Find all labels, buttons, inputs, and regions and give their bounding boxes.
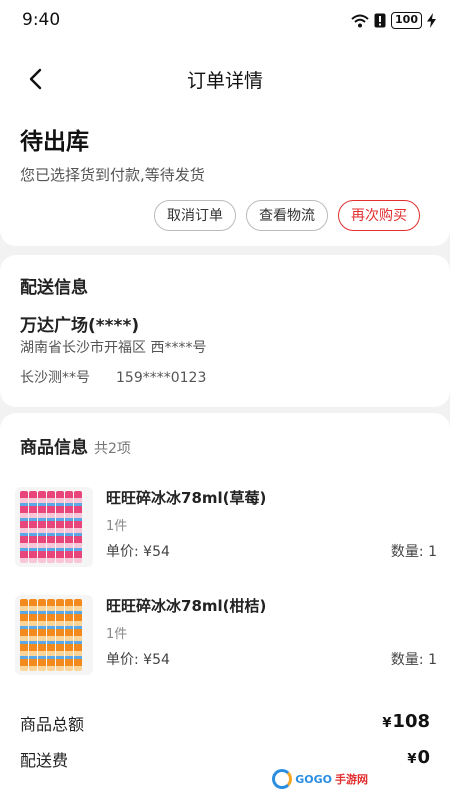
watermark: GOGO 手游网 [272,768,368,790]
delivery-name: 万达广场(****) [20,316,140,336]
product-image [15,595,93,675]
watermark-suffix: 手游网 [335,773,368,786]
goods-total-row: 商品总额 ¥108 [20,711,430,735]
product-amount: 数量: 1 [390,652,437,668]
currency-symbol: ¥ [382,716,392,731]
delivery-section-title: 配送信息 [20,278,88,298]
product-price: 单价: ¥54 [106,544,170,560]
shipping-fee-amount: 0 [417,747,430,768]
product-name: 旺旺碎冰冰78ml(柑桔) [106,597,267,615]
watermark-logo-icon [272,769,293,789]
product-qty: 1件 [106,519,128,534]
goods-item[interactable]: 旺旺碎冰冰78ml(草莓) 1件 单价: ¥54 数量: 1 [15,487,437,573]
product-price: 单价: ¥54 [106,652,170,668]
order-status-card: 待出库 您已选择货到付款,等待发货 取消订单 查看物流 再次购买 [0,110,450,246]
status-bar: 9:40 100 [0,0,450,44]
wifi-icon [351,14,369,27]
status-icons: 100 [351,12,436,29]
view-logistics-button[interactable]: 查看物流 [246,200,328,231]
goods-total-label: 商品总额 [20,715,85,734]
order-action-buttons: 取消订单 查看物流 再次购买 [154,200,420,231]
order-status-subtitle: 您已选择货到付款,等待发货 [20,166,205,184]
currency-symbol: ¥ [407,752,417,767]
goods-total-value: ¥108 [382,711,430,732]
alert-icon [374,13,386,28]
product-name: 旺旺碎冰冰78ml(草莓) [106,489,267,507]
status-time: 9:40 [22,10,61,30]
goods-info-card: 商品信息 共2项 旺旺碎冰冰78ml(草莓) 1件 单价: ¥54 数量: 1 旺… [0,413,450,800]
goods-count: 共2项 [94,441,131,457]
product-amount: 数量: 1 [390,544,437,560]
delivery-contact: 长沙测**号 159****0123 [20,367,206,387]
battery-icon: 100 [391,12,422,29]
delivery-address: 湖南省长沙市开福区 西****号 [20,340,207,356]
page-title: 订单详情 [186,70,263,92]
product-image [15,487,93,567]
contact-name: 长沙测**号 [20,370,90,386]
shipping-fee-value: ¥0 [407,747,430,768]
contact-phone: 159****0123 [116,370,207,386]
order-status-title: 待出库 [20,129,89,155]
rebuy-button[interactable]: 再次购买 [338,200,420,231]
shipping-fee-row: 配送费 ¥0 [20,747,430,771]
charging-icon [427,13,436,28]
cancel-order-button[interactable]: 取消订单 [154,200,236,231]
goods-total-amount: 108 [392,711,430,732]
nav-bar: 订单详情 [0,44,450,110]
goods-item[interactable]: 旺旺碎冰冰78ml(柑桔) 1件 单价: ¥54 数量: 1 [15,595,437,681]
goods-section-label: 商品信息 [20,438,88,458]
watermark-brand: GOGO [295,772,332,786]
delivery-info-card: 配送信息 万达广场(****) 湖南省长沙市开福区 西****号 长沙测**号 1… [0,255,450,407]
shipping-fee-label: 配送费 [20,751,69,770]
product-qty: 1件 [106,627,128,642]
goods-section-title: 商品信息 共2项 [20,433,131,458]
